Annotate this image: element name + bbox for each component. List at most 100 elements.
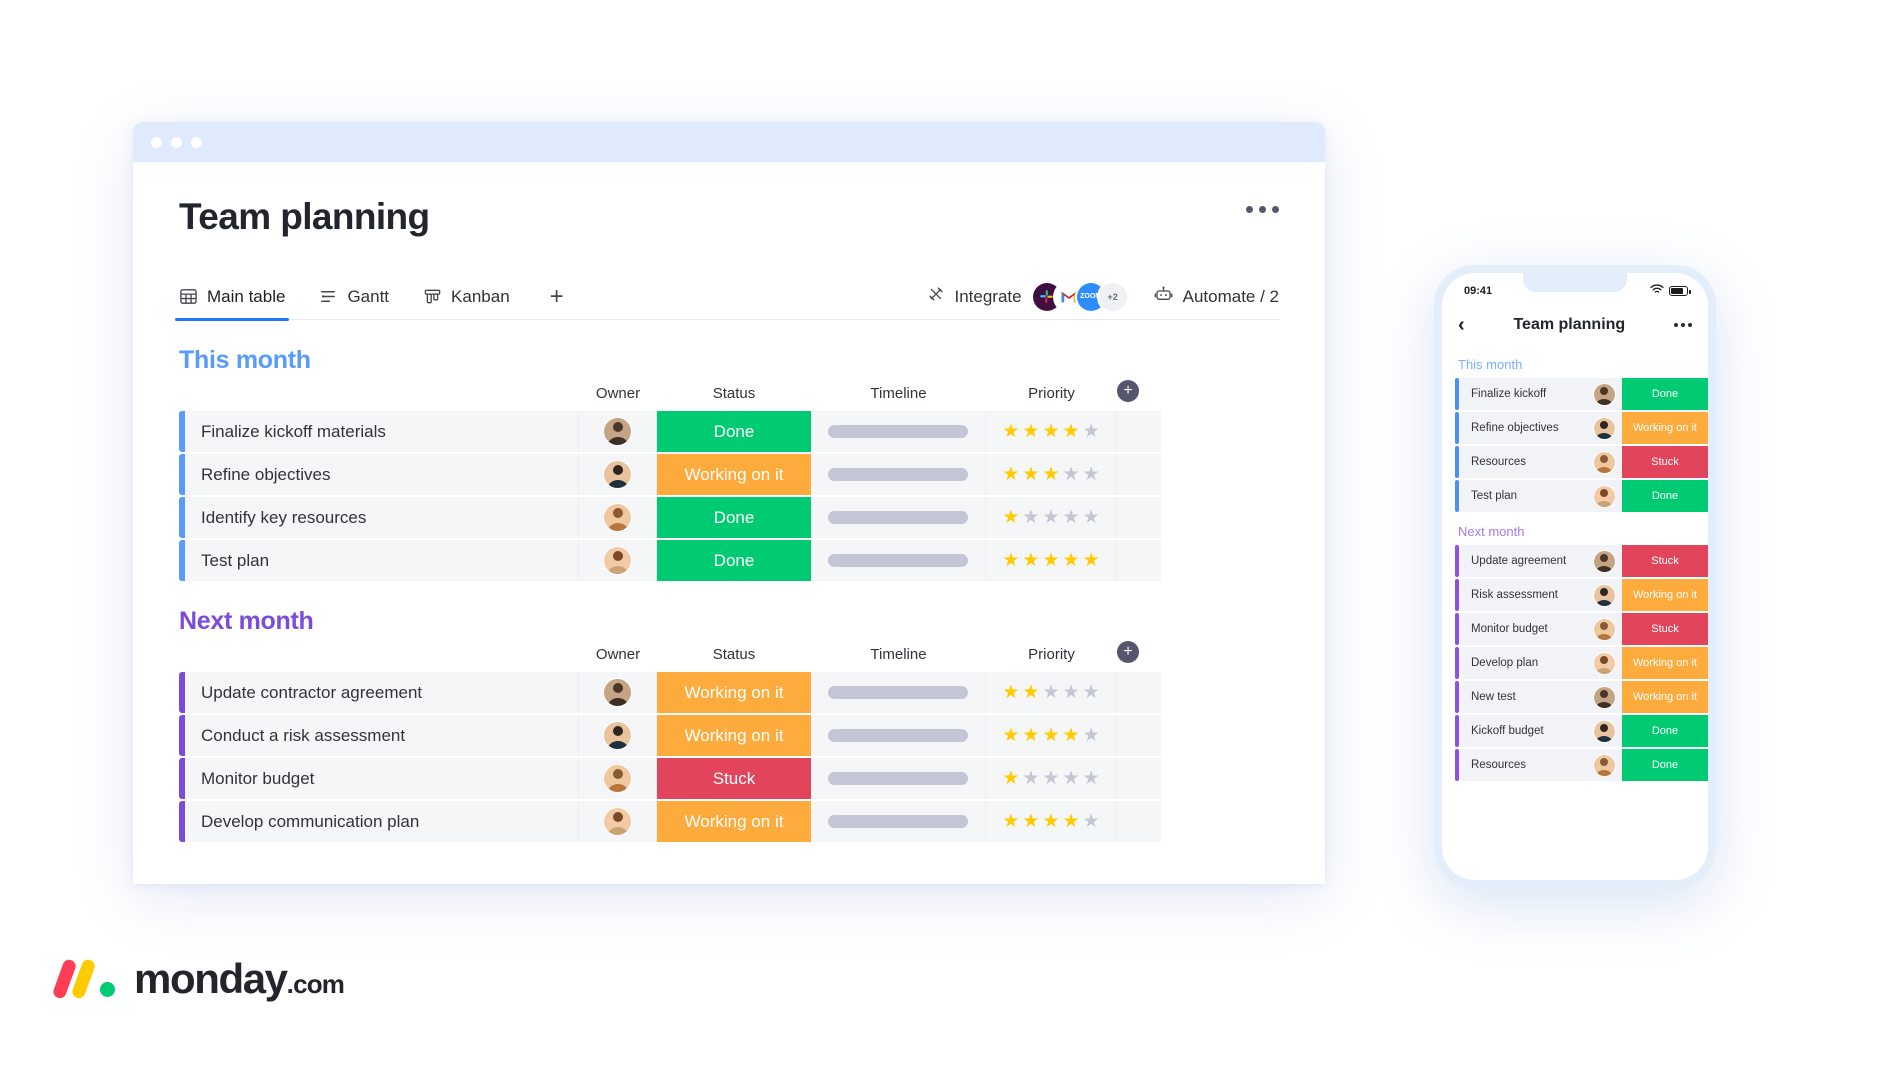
row-status[interactable]: Working on it <box>657 454 811 495</box>
row-priority[interactable]: ★ ★ ★ ★ ★ <box>986 497 1117 538</box>
phone-list-item[interactable]: Develop plan Working on it <box>1442 647 1708 679</box>
add-column-button[interactable]: + <box>1117 641 1139 663</box>
phone-list-item[interactable]: Update agreement Stuck <box>1442 545 1708 577</box>
row-timeline[interactable] <box>811 801 986 842</box>
star-icon[interactable]: ★ <box>1063 769 1080 788</box>
phone-item-name[interactable]: Kickoff budget <box>1459 715 1586 747</box>
avatar[interactable] <box>1593 417 1615 439</box>
star-icon[interactable]: ★ <box>1063 683 1080 702</box>
star-icon[interactable]: ★ <box>1063 422 1080 441</box>
phone-item-owner[interactable] <box>1586 545 1622 577</box>
star-icon[interactable]: ★ <box>1042 508 1059 527</box>
avatar[interactable] <box>1593 618 1615 640</box>
automate-button[interactable]: Automate / 2 <box>1153 284 1279 310</box>
row-priority[interactable]: ★ ★ ★ ★ ★ <box>986 801 1117 842</box>
phone-item-status[interactable]: Working on it <box>1622 681 1708 713</box>
phone-item-status[interactable]: Stuck <box>1622 446 1708 478</box>
star-icon[interactable]: ★ <box>1063 508 1080 527</box>
phone-list-item[interactable]: Resources Stuck <box>1442 446 1708 478</box>
phone-item-status[interactable]: Stuck <box>1622 613 1708 645</box>
table-row[interactable]: Update contractor agreement Working on it… <box>179 672 1279 713</box>
avatar[interactable] <box>604 808 631 835</box>
star-icon[interactable]: ★ <box>1083 812 1100 831</box>
phone-item-owner[interactable] <box>1586 480 1622 512</box>
phone-item-name[interactable]: Refine objectives <box>1459 412 1586 444</box>
column-header-priority[interactable]: Priority <box>986 385 1117 407</box>
column-header-timeline[interactable]: Timeline <box>811 646 986 668</box>
phone-item-owner[interactable] <box>1586 647 1622 679</box>
table-row[interactable]: Test plan Done ★ ★ ★ ★ ★ <box>179 540 1279 581</box>
row-timeline[interactable] <box>811 411 986 452</box>
star-icon[interactable]: ★ <box>1042 683 1059 702</box>
phone-item-name[interactable]: Monitor budget <box>1459 613 1586 645</box>
phone-list-item[interactable]: Test plan Done <box>1442 480 1708 512</box>
phone-item-name[interactable]: Test plan <box>1459 480 1586 512</box>
row-name[interactable]: Refine objectives <box>179 454 579 495</box>
phone-list-item[interactable]: Kickoff budget Done <box>1442 715 1708 747</box>
row-timeline[interactable] <box>811 715 986 756</box>
add-view-button[interactable]: + <box>544 284 570 309</box>
star-icon[interactable]: ★ <box>1002 812 1019 831</box>
phone-item-name[interactable]: Risk assessment <box>1459 579 1586 611</box>
phone-item-owner[interactable] <box>1586 681 1622 713</box>
row-status[interactable]: Done <box>657 540 811 581</box>
traffic-light-minimize-icon[interactable] <box>171 136 182 148</box>
row-name[interactable]: Conduct a risk assessment <box>179 715 579 756</box>
traffic-light-close-icon[interactable] <box>151 136 162 148</box>
column-header-owner[interactable]: Owner <box>579 385 657 407</box>
avatar[interactable] <box>604 504 631 531</box>
avatar[interactable] <box>604 461 631 488</box>
star-icon[interactable]: ★ <box>1022 683 1039 702</box>
phone-group-title[interactable]: Next month <box>1442 514 1708 545</box>
phone-item-owner[interactable] <box>1586 715 1622 747</box>
avatar[interactable] <box>1593 550 1615 572</box>
star-icon[interactable]: ★ <box>1002 683 1019 702</box>
phone-item-owner[interactable] <box>1586 613 1622 645</box>
phone-item-name[interactable]: Resources <box>1459 446 1586 478</box>
star-icon[interactable]: ★ <box>1042 769 1059 788</box>
phone-item-owner[interactable] <box>1586 378 1622 410</box>
avatar[interactable] <box>1593 686 1615 708</box>
row-priority[interactable]: ★ ★ ★ ★ ★ <box>986 411 1117 452</box>
star-icon[interactable]: ★ <box>1042 812 1059 831</box>
star-icon[interactable]: ★ <box>1083 508 1100 527</box>
integrations-overflow-badge[interactable]: +2 <box>1098 282 1127 311</box>
phone-list-item[interactable]: Risk assessment Working on it <box>1442 579 1708 611</box>
column-header-timeline[interactable]: Timeline <box>811 385 986 407</box>
row-timeline[interactable] <box>811 758 986 799</box>
avatar[interactable] <box>604 722 631 749</box>
row-owner[interactable] <box>579 411 657 452</box>
integration-avatars[interactable]: ZOOM +2 <box>1032 282 1127 311</box>
star-icon[interactable]: ★ <box>1022 465 1039 484</box>
star-icon[interactable]: ★ <box>1042 726 1059 745</box>
row-name[interactable]: Identify key resources <box>179 497 579 538</box>
avatar[interactable] <box>1593 652 1615 674</box>
row-name[interactable]: Develop communication plan <box>179 801 579 842</box>
row-owner[interactable] <box>579 715 657 756</box>
star-icon[interactable]: ★ <box>1022 422 1039 441</box>
row-timeline[interactable] <box>811 672 986 713</box>
row-status[interactable]: Working on it <box>657 672 811 713</box>
star-icon[interactable]: ★ <box>1022 551 1039 570</box>
phone-list-item[interactable]: Refine objectives Working on it <box>1442 412 1708 444</box>
row-timeline[interactable] <box>811 497 986 538</box>
phone-item-name[interactable]: New test <box>1459 681 1586 713</box>
star-icon[interactable]: ★ <box>1083 551 1100 570</box>
row-owner[interactable] <box>579 758 657 799</box>
phone-list-item[interactable]: Resources Done <box>1442 749 1708 781</box>
star-icon[interactable]: ★ <box>1063 812 1080 831</box>
row-status[interactable]: Done <box>657 497 811 538</box>
star-icon[interactable]: ★ <box>1002 508 1019 527</box>
row-timeline[interactable] <box>811 454 986 495</box>
row-status[interactable]: Stuck <box>657 758 811 799</box>
row-timeline[interactable] <box>811 540 986 581</box>
tab-kanban[interactable]: Kanban <box>423 274 510 320</box>
phone-list-item[interactable]: New test Working on it <box>1442 681 1708 713</box>
phone-item-status[interactable]: Working on it <box>1622 412 1708 444</box>
row-owner[interactable] <box>579 672 657 713</box>
phone-item-status[interactable]: Done <box>1622 715 1708 747</box>
group-title[interactable]: Next month <box>179 607 1279 636</box>
avatar[interactable] <box>1593 383 1615 405</box>
column-header-status[interactable]: Status <box>657 646 811 668</box>
row-status[interactable]: Working on it <box>657 715 811 756</box>
